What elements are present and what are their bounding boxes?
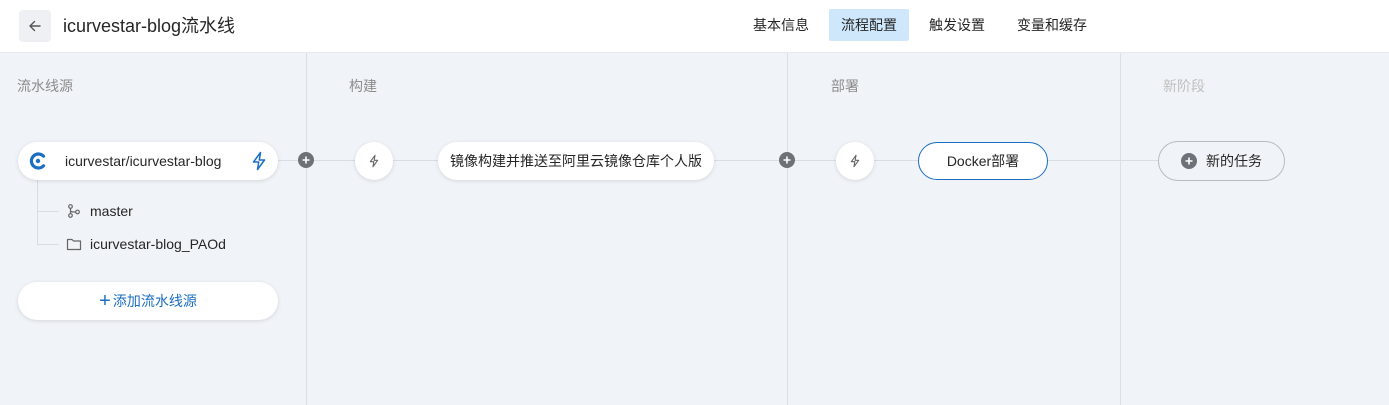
tab-bar: 基本信息 流程配置 触发设置 变量和缓存 [741, 9, 1107, 41]
add-source-label: 添加流水线源 [112, 293, 197, 309]
source-repo-name: icurvestar/icurvestar-blog [65, 153, 222, 169]
source-branch: master [66, 203, 133, 219]
new-task-button[interactable]: 新的任务 [1158, 141, 1285, 181]
page-header: icurvestar-blog流水线 基本信息 流程配置 触发设置 变量和缓存 [0, 0, 1389, 53]
source-workspace: icurvestar-blog_PAOd [66, 236, 226, 252]
stage-divider [787, 53, 788, 405]
stage-trigger-button[interactable] [836, 142, 874, 180]
add-pipeline-source-button[interactable]: + 添加流水线源 [18, 282, 278, 320]
stage-title-deploy[interactable]: 部署 [831, 76, 859, 96]
stage-title-source: 流水线源 [17, 78, 73, 94]
stage-title-new[interactable]: 新阶段 [1163, 76, 1205, 96]
stage-trigger-button[interactable] [355, 142, 393, 180]
plus-icon [302, 156, 310, 164]
add-stage-button[interactable] [779, 152, 795, 168]
page-title: icurvestar-blog流水线 [63, 16, 236, 36]
tree-line [37, 244, 59, 245]
lightning-icon[interactable] [250, 151, 268, 171]
tab-variables-cache[interactable]: 变量和缓存 [1005, 9, 1099, 41]
folder-icon [66, 236, 82, 252]
tree-line [37, 211, 59, 212]
deploy-job-card[interactable]: Docker部署 [918, 142, 1048, 180]
branch-name: master [90, 203, 133, 219]
plus-icon [783, 156, 791, 164]
workspace-name: icurvestar-blog_PAOd [90, 236, 226, 252]
lightning-icon [369, 154, 379, 168]
tab-basic-info[interactable]: 基本信息 [741, 9, 821, 41]
pipeline-source-card[interactable]: icurvestar/icurvestar-blog [18, 142, 278, 180]
stage-divider [306, 53, 307, 405]
connector-line [1047, 160, 1159, 161]
tree-line [37, 180, 38, 244]
codeup-logo-icon [29, 152, 46, 170]
plus-icon: + [99, 290, 111, 312]
plus-icon [1181, 153, 1197, 169]
build-job-card[interactable]: 镜像构建并推送至阿里云镜像仓库个人版 [438, 142, 714, 180]
branch-icon [66, 203, 82, 219]
connector-line [713, 160, 918, 161]
tab-flow-config[interactable]: 流程配置 [829, 9, 909, 41]
lightning-icon [850, 154, 860, 168]
new-task-label: 新的任务 [1206, 153, 1262, 169]
back-button[interactable] [19, 10, 51, 42]
add-stage-button[interactable] [298, 152, 314, 168]
stage-title-build[interactable]: 构建 [349, 76, 377, 96]
tab-trigger-settings[interactable]: 触发设置 [917, 9, 997, 41]
stage-divider [1120, 53, 1121, 405]
back-arrow-icon [29, 20, 41, 32]
